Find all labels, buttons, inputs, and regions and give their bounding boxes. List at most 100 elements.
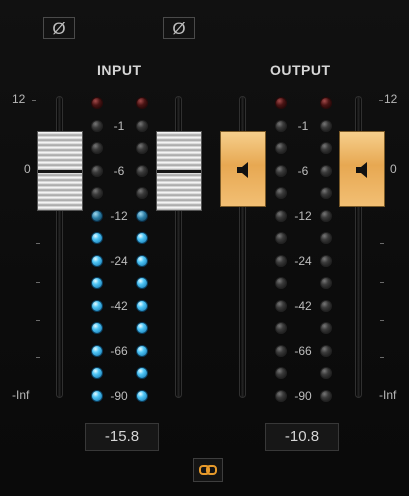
output-phase-invert-button[interactable]: Ø [163,17,195,39]
input-meter-led-right [136,97,148,109]
output-scale-bottom: -Inf [379,388,397,402]
output-meter-led-left [275,277,287,289]
input-scale-tick [36,243,40,244]
speaker-icon [356,162,367,178]
output-meter-label: -90 [294,389,312,403]
input-header: INPUT [97,62,142,78]
input-meter-led-right [136,142,148,154]
output-fader-handle-left[interactable] [220,131,266,207]
input-meter-led-right [136,300,148,312]
output-meter-led-left [275,120,287,132]
input-fader-handle-left[interactable] [37,131,83,211]
input-meter-led-left [91,232,103,244]
input-meter-led-right [136,345,148,357]
output-meter-led-right [320,142,332,154]
output-meter-led-right [320,187,332,199]
output-meter-led-right [320,255,332,267]
output-scale-tick [380,243,384,244]
input-meter-led-right [136,367,148,379]
input-meter-led-left [91,97,103,109]
output-meter-led-left [275,187,287,199]
input-meter-led-left [91,322,103,334]
input-meter-led-left [91,367,103,379]
input-meter-led-right [136,232,148,244]
output-meter-led-left [275,255,287,267]
output-scale-top[interactable]: 12 [384,92,397,106]
input-meter-label: -66 [110,344,128,358]
input-scale-tick [36,357,40,358]
speaker-icon [237,162,248,178]
output-meter-led-left [275,142,287,154]
output-meter-led-right [320,322,332,334]
output-scale-tick [380,282,384,283]
input-phase-invert-button[interactable]: Ø [43,17,75,39]
input-meter-led-right [136,210,148,222]
output-scale-tick [380,320,384,321]
output-header: OUTPUT [270,62,331,78]
output-meter-led-left [275,232,287,244]
link-button[interactable] [193,458,223,482]
input-meter-led-left [91,345,103,357]
output-meter-led-left [275,322,287,334]
input-meter-label: -1 [113,119,125,133]
input-meter-led-right [136,322,148,334]
output-meter-led-left [275,300,287,312]
output-scale-zero: 0 [390,162,397,176]
input-meter-led-left [91,142,103,154]
output-meter-label: -24 [294,254,312,268]
output-gain-value[interactable]: -10.8 [265,423,339,451]
input-meter-label: -42 [110,299,128,313]
output-meter-led-right [320,165,332,177]
input-meter-label: -12 [110,209,128,223]
output-meter-label: -12 [294,209,312,223]
input-scale-tick [36,282,40,283]
output-meter-led-left [275,367,287,379]
input-meter-led-left [91,210,103,222]
input-scale-zero: 0 [24,162,31,176]
input-meter-label: -6 [113,164,125,178]
output-meter-led-right [320,120,332,132]
input-meter-led-right [136,255,148,267]
link-icon [199,465,217,475]
output-meter-label: -42 [294,299,312,313]
output-meter-led-right [320,210,332,222]
input-meter-led-left [91,277,103,289]
output-meter-led-right [320,345,332,357]
input-scale-bottom: -Inf [12,388,30,402]
output-scale-tick [380,357,384,358]
output-meter-led-right [320,232,332,244]
output-meter-label: -1 [297,119,309,133]
output-meter-led-left [275,390,287,402]
input-meter-label: -24 [110,254,128,268]
input-scale-tick [32,100,36,101]
input-meter-led-right [136,120,148,132]
input-meter-led-right [136,277,148,289]
output-meter-led-left [275,210,287,222]
input-meter-led-left [91,255,103,267]
output-meter-label: -66 [294,344,312,358]
output-scale-tick [379,100,383,101]
gain-plugin-panel: Ø Ø INPUT OUTPUT 12 0 -Inf 12 0 -Inf -1 -… [0,0,409,496]
output-meter-label: -6 [297,164,309,178]
output-meter-led-right [320,97,332,109]
output-meter-led-right [320,277,332,289]
output-meter-led-left [275,97,287,109]
output-fader-handle-right[interactable] [339,131,385,207]
input-meter-led-left [91,165,103,177]
input-scale-tick [36,320,40,321]
input-meter-led-left [91,390,103,402]
input-gain-value[interactable]: -15.8 [85,423,159,451]
input-meter-led-right [136,390,148,402]
output-meter-led-left [275,345,287,357]
input-meter-led-right [136,187,148,199]
input-meter-led-left [91,187,103,199]
input-meter-led-left [91,120,103,132]
input-meter-led-left [91,300,103,312]
output-meter-led-right [320,367,332,379]
output-meter-led-right [320,300,332,312]
input-scale-top: 12 [12,92,26,106]
input-fader-handle-right[interactable] [156,131,202,211]
output-meter-led-left [275,165,287,177]
input-meter-label: -90 [110,389,128,403]
input-meter-led-right [136,165,148,177]
